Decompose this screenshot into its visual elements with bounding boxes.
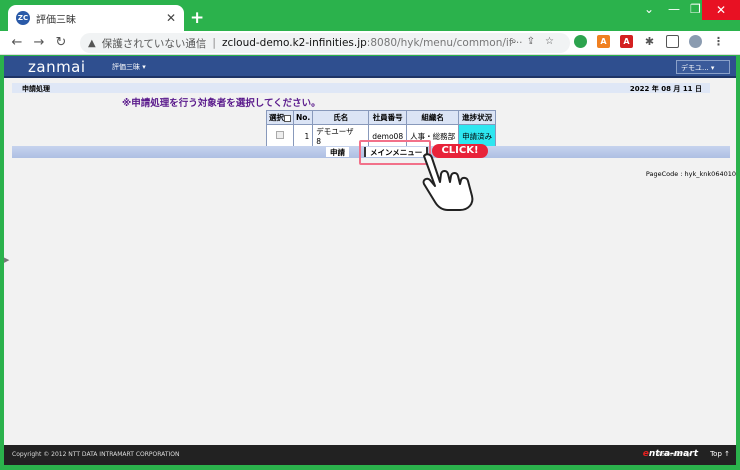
column-header-org: 組織名: [406, 110, 460, 125]
reload-icon[interactable]: ↻: [50, 35, 72, 50]
row-checkbox[interactable]: [276, 131, 284, 139]
intramart-logo: entra-mart: [642, 449, 698, 459]
column-header-status: 進捗状況: [458, 110, 497, 125]
column-header-name: 氏名: [312, 110, 370, 125]
app-footer: Copyright © 2012 NTT DATA INTRAMART CORP…: [4, 445, 736, 465]
url-host: zcloud-demo.k2-infinities.jp: [221, 37, 367, 49]
puzzle-extensions-icon[interactable]: ✱: [643, 35, 656, 48]
tab-search-chevron-icon[interactable]: ⌄: [644, 2, 654, 16]
evernote-extension-icon[interactable]: [574, 35, 587, 48]
kebab-menu-icon[interactable]: ⋮: [712, 35, 725, 48]
column-header-select: 選択: [266, 110, 294, 125]
page-code: PageCode : hyk_knk064010: [645, 170, 736, 178]
minimize-button[interactable]: —: [668, 2, 680, 16]
column-header-no: No.: [292, 110, 314, 125]
column-header-employee-no: 社員番号: [368, 110, 408, 125]
app-header: zanmai 評価三昧 ▾ デモユ... ▾: [4, 56, 736, 78]
app-logo[interactable]: zanmai: [28, 58, 86, 76]
zoom-icon[interactable]: ⌕: [511, 36, 527, 47]
favicon-icon: ZC: [16, 11, 30, 25]
app-menu-dropdown[interactable]: 評価三昧 ▾: [112, 62, 146, 72]
pdf-extension-icon[interactable]: A: [620, 35, 633, 48]
tab-strip: ZC 評価三昧 ✕ + ⌄ — ❐ ✕: [0, 0, 740, 31]
select-all-checkbox[interactable]: [284, 114, 291, 122]
user-menu-dropdown[interactable]: デモユ... ▾: [676, 60, 730, 74]
omnibox-actions: ⌕⇪☆: [511, 36, 564, 47]
copyright-text: Copyright © 2012 NTT DATA INTRAMART CORP…: [12, 451, 180, 458]
current-date: 2022 年 08 月 11 日: [629, 85, 702, 93]
new-tab-button[interactable]: +: [190, 8, 204, 28]
restore-button[interactable]: ❐: [690, 2, 701, 16]
browser-toolbar: ← → ↻ ▲ 保護されていない通信 | zcloud-demo.k2-infi…: [0, 31, 740, 55]
url-separator: |: [212, 37, 216, 49]
sidebar-toggle-icon[interactable]: ▶: [4, 256, 9, 264]
warning-icon: ▲: [88, 37, 96, 49]
back-icon[interactable]: ←: [6, 35, 28, 50]
page-viewport: zanmai 評価三昧 ▾ デモユ... ▾ 申請処理 2022 年 08 月 …: [4, 56, 736, 465]
side-panel-icon[interactable]: [666, 35, 679, 48]
tab-close-icon[interactable]: ✕: [166, 11, 176, 25]
browser-tab[interactable]: ZC 評価三昧 ✕: [8, 5, 184, 31]
page-title: 申請処理: [22, 85, 50, 93]
instruction-text: ※申請処理を行う対象者を選択してください。: [122, 98, 321, 109]
row-select-cell: [266, 124, 294, 148]
address-bar[interactable]: ▲ 保護されていない通信 | zcloud-demo.k2-infinities…: [80, 33, 570, 53]
share-icon[interactable]: ⇪: [527, 36, 545, 47]
url-path: :8080/hyk/menu/common/if···: [366, 37, 523, 49]
top-link[interactable]: Top ↑: [710, 450, 730, 458]
pointing-hand-icon: [422, 153, 474, 211]
apply-button[interactable]: 申請: [326, 147, 349, 157]
tab-title: 評価三昧: [36, 14, 76, 26]
page-titlebar: 申請処理 2022 年 08 月 11 日: [12, 83, 710, 93]
forward-icon[interactable]: →: [28, 35, 50, 50]
profile-avatar-icon[interactable]: [689, 35, 702, 48]
security-status: 保護されていない通信: [101, 37, 207, 50]
extensions-area: A A ✱ ⋮: [574, 35, 725, 48]
window-close-button[interactable]: ✕: [702, 0, 740, 20]
translate-extension-icon[interactable]: A: [597, 35, 610, 48]
bookmark-star-icon[interactable]: ☆: [545, 36, 564, 47]
row-no: 1: [292, 124, 314, 148]
table-header-row: 選択 No. 氏名 社員番号 組織名 進捗状況: [266, 110, 497, 125]
